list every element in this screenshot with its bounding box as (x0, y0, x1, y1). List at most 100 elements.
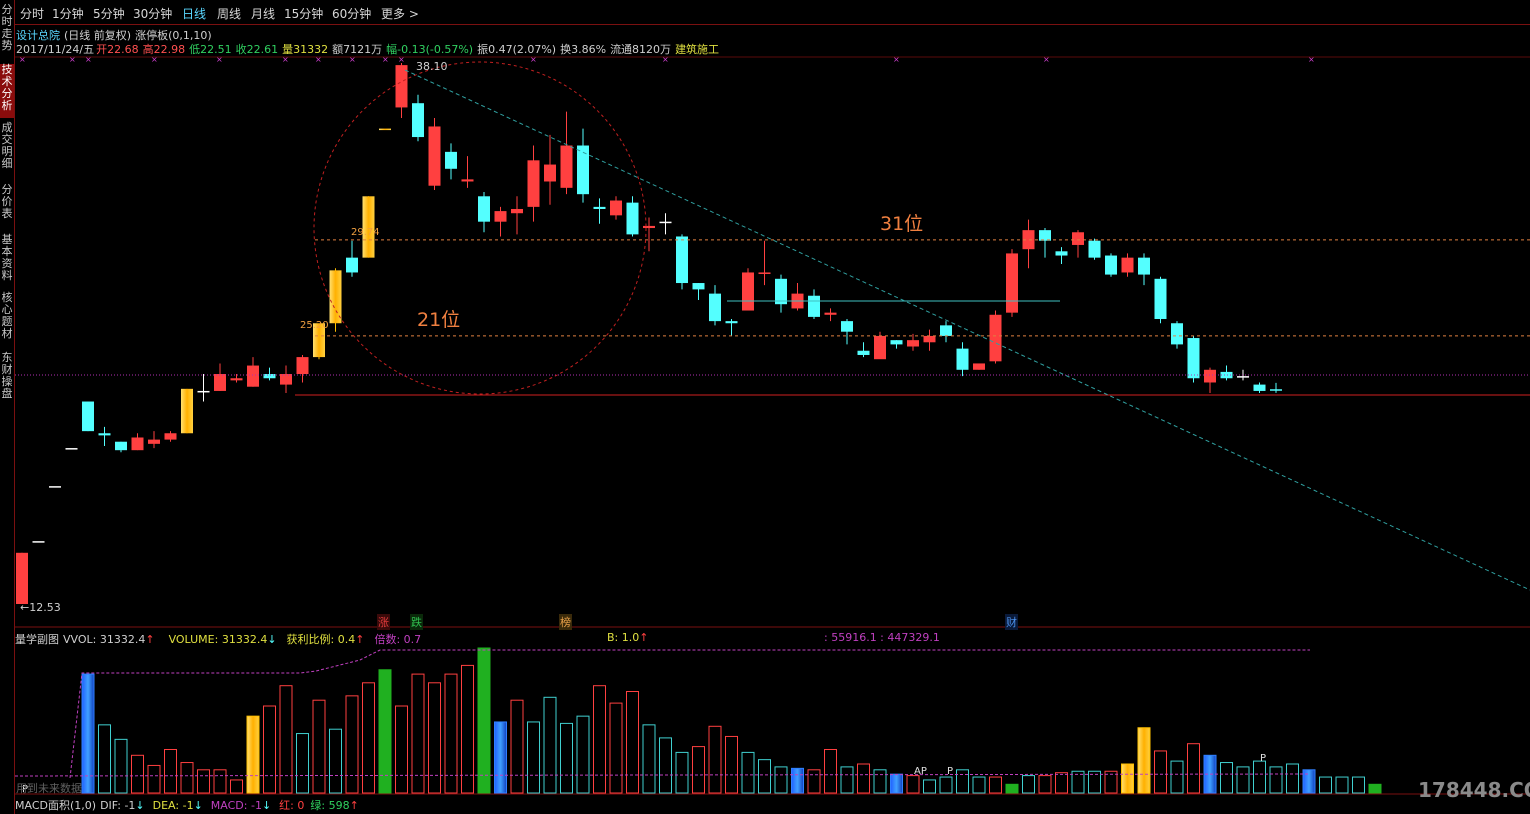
candle-body (412, 103, 424, 138)
candle-body (544, 164, 556, 182)
low-label: ←12.53 (20, 601, 61, 614)
candle-body (49, 486, 61, 488)
signal-mark: × (216, 55, 223, 64)
candle-body (1006, 253, 1018, 313)
volume-bar (1253, 760, 1266, 794)
candle-body (841, 321, 853, 332)
signal-mark: × (85, 55, 92, 64)
signal-mark: × (19, 55, 26, 64)
signal-mark: × (530, 55, 537, 64)
volume-bar (593, 685, 606, 794)
candle-body (445, 151, 457, 169)
candle-body (907, 340, 919, 347)
volume-bar (791, 767, 804, 794)
volume-bar (956, 769, 969, 794)
volume-bar (626, 691, 639, 794)
macd-value: MACD: -1 (210, 799, 262, 812)
volume-bar (147, 764, 161, 794)
candle-body (247, 365, 259, 387)
candle-body (956, 348, 969, 370)
candlestick-chart[interactable]: × × × × × × × × × × × × × × × (0, 0, 1530, 814)
volume-bar (609, 702, 623, 794)
volume-extra-values: : 55916.1 : 447329.1 (824, 631, 940, 644)
volume-bar (494, 721, 507, 794)
volume-bar (1269, 766, 1283, 794)
volume-bar (708, 725, 722, 794)
candle-body (461, 179, 474, 182)
volume-bar (873, 769, 887, 794)
candle-body (709, 293, 721, 322)
candle-body (32, 541, 45, 543)
candle-body (1237, 376, 1249, 378)
macd-title[interactable]: MACD面积(1,0) (15, 799, 96, 812)
candle-body (148, 439, 160, 444)
candle-body (1138, 257, 1150, 275)
candle-body (346, 257, 358, 273)
volume-title[interactable]: 量学副图 (15, 633, 59, 646)
volume-bar (1220, 762, 1233, 794)
candle-body (725, 321, 738, 324)
candle-body (1204, 369, 1216, 383)
b-value-text: B: 1.0 (607, 631, 640, 644)
arrow-down-icon: ↓ (193, 799, 203, 812)
candle-body (428, 126, 441, 186)
volume-bar (329, 728, 342, 794)
volume-bar (1022, 775, 1035, 794)
arrow-down-icon: ↓ (261, 799, 272, 812)
volume-bar (428, 682, 441, 794)
event-marker-rank[interactable]: 榜 (559, 614, 572, 630)
volume-bar (774, 766, 788, 794)
candle-body (940, 325, 952, 336)
vvol-value: VVOL: 31332.4 (63, 633, 146, 646)
volume-bar (378, 669, 392, 794)
event-marker-rise[interactable]: 涨 (377, 614, 390, 630)
volume-bar (1368, 783, 1382, 794)
volume-bar (939, 776, 953, 794)
candle-body (181, 388, 193, 434)
candle-body (1154, 278, 1167, 320)
signal-mark: × (151, 55, 158, 64)
candle-body (659, 221, 672, 224)
candle-body (527, 160, 540, 207)
candle-body (164, 433, 177, 440)
candle-body (1105, 255, 1117, 275)
volume-bar (560, 722, 573, 794)
candle-body (98, 433, 111, 436)
volume-bar (1170, 760, 1184, 794)
candle-body (610, 200, 622, 216)
arrow-up-icon: ↑ (145, 633, 155, 646)
event-marker-fall[interactable]: 跌 (410, 614, 423, 630)
candle-body (808, 295, 820, 317)
signal-mark: × (398, 55, 405, 64)
candle-body (16, 552, 28, 604)
volume-bar (725, 735, 738, 794)
candle-body (395, 65, 408, 108)
volume-bar (923, 779, 936, 794)
future-data-note: 用到未来数据 (16, 782, 82, 795)
level-21-label: 21位 (417, 309, 461, 331)
candle-body (758, 272, 771, 274)
candle-body (1270, 389, 1282, 391)
volume-bar (1352, 776, 1365, 794)
candle-body (197, 390, 210, 393)
candle-body (214, 374, 226, 391)
volume-bar (81, 673, 95, 794)
volume-bar (1154, 750, 1167, 794)
signal-mark: × (662, 55, 669, 64)
volume-bar (989, 776, 1002, 794)
candle-body (742, 272, 754, 311)
volume-bar (1236, 766, 1250, 794)
volume-bar (345, 695, 359, 794)
event-marker-finance[interactable]: 财 (1005, 614, 1018, 630)
arrow-up-icon: ↑ (349, 799, 359, 812)
signal-mark: × (1308, 55, 1315, 64)
candle-body (280, 374, 292, 385)
volume-bar (857, 763, 870, 794)
candle-body (989, 314, 1002, 362)
volume-bar (1005, 783, 1019, 794)
candle-body (1171, 323, 1183, 345)
level-31-label: 31位 (880, 213, 924, 235)
volume-bar (312, 699, 326, 794)
candle-body (230, 378, 243, 381)
volume-bar (906, 775, 920, 794)
